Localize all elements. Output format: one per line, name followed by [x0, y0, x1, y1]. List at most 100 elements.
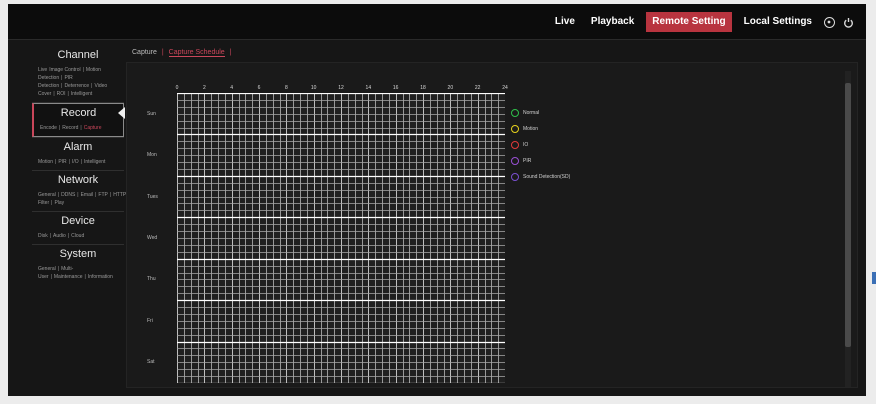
- legend-circle-icon: [511, 157, 519, 165]
- sidebar-group-title[interactable]: Network: [32, 171, 124, 189]
- legend-circle-icon: [511, 109, 519, 117]
- sidebar-item[interactable]: Motion: [38, 159, 53, 165]
- sidebar-group-alarm: Alarm Motion | PIR | I/O | Intelligent: [32, 138, 124, 170]
- help-icon[interactable]: [824, 16, 835, 28]
- sidebar-item[interactable]: Email: [81, 192, 94, 198]
- sidebar-group-record: Record Encode | Record | Capture: [32, 103, 125, 137]
- hour-label: 18: [420, 85, 426, 91]
- sidebar-group-device: Device Disk | Audio | Cloud: [32, 212, 124, 244]
- legend-circle-icon: [511, 173, 519, 181]
- sidebar-item[interactable]: Information: [88, 274, 113, 280]
- scrollbar[interactable]: [845, 71, 851, 387]
- active-caret-icon: [118, 107, 125, 119]
- day-label: Mon: [147, 152, 157, 159]
- scrollbar-thumb[interactable]: [845, 83, 851, 347]
- sidebar-item[interactable]: Encode: [40, 125, 57, 131]
- sidebar-group-items: Encode | Record | Capture: [34, 122, 123, 136]
- sidebar-group-items: Disk | Audio | Cloud: [32, 230, 124, 244]
- day-axis: Sun Mon Tues Wed Thu Fri Sat: [147, 93, 177, 383]
- sidebar-item[interactable]: Capture: [84, 125, 102, 131]
- hour-label: 12: [338, 85, 344, 91]
- hour-label: 8: [284, 85, 288, 91]
- sidebar-item[interactable]: Image Control: [49, 67, 80, 73]
- legend-label: IO: [523, 142, 529, 148]
- sidebar-item-separator: |: [57, 266, 60, 272]
- hour-label: 16: [392, 85, 399, 91]
- sidebar-item-separator: |: [57, 192, 60, 198]
- sidebar-item[interactable]: Record: [62, 125, 78, 131]
- sidebar-group-title[interactable]: Device: [32, 212, 124, 230]
- sidebar-item[interactable]: PIR: [58, 159, 66, 165]
- schedule-grid[interactable]: [177, 92, 506, 385]
- sidebar-group-title[interactable]: Record: [34, 104, 123, 122]
- legend-item[interactable]: Sound Detection(SD): [511, 169, 570, 185]
- power-icon[interactable]: [843, 17, 854, 28]
- sidebar-group-network: NetworkGeneral|DDNS|Email|FTP|HTTPS|IP F…: [32, 171, 140, 211]
- sidebar-item[interactable]: Live: [38, 67, 47, 73]
- hour-label: 0: [175, 85, 179, 91]
- side-marker: [872, 272, 876, 284]
- sidebar-item-separator: |: [67, 91, 69, 97]
- sidebar-item[interactable]: ROI: [57, 91, 66, 97]
- legend-circle-icon: [511, 125, 519, 133]
- sidebar-item[interactable]: Maintenance: [54, 274, 83, 280]
- sidebar-group-items: Motion | PIR | I/O | Intelligent: [32, 156, 124, 170]
- legend-item[interactable]: PIR: [511, 153, 570, 169]
- grid-background: [177, 93, 505, 383]
- sidebar-group-title[interactable]: System: [32, 245, 124, 263]
- sidebar-group-title[interactable]: Channel: [32, 46, 124, 64]
- legend-label: Motion: [523, 126, 539, 132]
- legend-circle-icon: [511, 141, 519, 149]
- hour-label: 14: [365, 85, 372, 91]
- hour-label: 10: [310, 85, 317, 91]
- legend-item[interactable]: IO: [511, 137, 570, 153]
- sidebar-item-separator: |: [91, 83, 93, 89]
- hour-label: 2: [202, 85, 206, 91]
- hour-label: 24: [502, 85, 508, 91]
- sidebar-group-items: Live Image Control | Motion Detection | PIR D…: [32, 64, 124, 102]
- sidebar-item[interactable]: FTP: [98, 192, 107, 198]
- nav-local-settings[interactable]: Local Settings: [740, 12, 816, 32]
- sidebar-item-separator: |: [61, 75, 63, 81]
- sidebar-item[interactable]: Play: [54, 200, 64, 206]
- sidebar-item-separator: |: [51, 200, 53, 206]
- sidebar-item[interactable]: General: [38, 266, 56, 272]
- nav-remote-setting[interactable]: Remote Setting: [646, 12, 732, 32]
- app-window: Live Playback Remote Setting Local Setti…: [8, 4, 866, 396]
- sidebar-group-items: General | Multi-User | Maintenance | Informati…: [32, 263, 124, 285]
- tab-capture[interactable]: Capture: [132, 49, 157, 56]
- sidebar-item[interactable]: General: [38, 192, 56, 198]
- sidebar-item[interactable]: I/O: [72, 159, 79, 165]
- sidebar-item-separator: |: [68, 159, 70, 165]
- sidebar-item[interactable]: Intelligent: [84, 159, 105, 165]
- tab-capture-schedule[interactable]: Capture Schedule: [168, 49, 225, 57]
- day-label: Wed: [147, 235, 158, 241]
- nav-live[interactable]: Live: [551, 12, 579, 32]
- sidebar-item-separator: |: [109, 192, 112, 198]
- sidebar-item-separator: |: [80, 125, 82, 131]
- sidebar-item-separator: |: [58, 125, 61, 131]
- hour-label: 6: [257, 85, 261, 91]
- nav-playback[interactable]: Playback: [587, 12, 638, 32]
- hour-label: 4: [230, 85, 234, 91]
- sidebar-item[interactable]: Disk: [38, 233, 48, 239]
- sidebar-item[interactable]: Intelligent: [71, 91, 92, 97]
- legend-item[interactable]: Motion: [511, 121, 570, 137]
- sidebar-item-separator: |: [82, 67, 84, 73]
- sidebar-item-separator: |: [80, 159, 82, 165]
- sidebar-group-title[interactable]: Alarm: [32, 138, 124, 156]
- sidebar-item-separator: |: [49, 233, 52, 239]
- sidebar-group-channel: Channel Live Image Control | Motion Detectio…: [32, 46, 124, 102]
- sidebar-item-separator: |: [55, 159, 57, 165]
- day-label: Sat: [147, 359, 155, 366]
- day-label: Tues: [147, 193, 158, 200]
- legend-label: Sound Detection(SD): [523, 174, 571, 180]
- legend-item[interactable]: Normal: [511, 105, 570, 121]
- legend-label: PIR: [523, 158, 532, 164]
- day-label: Thu: [147, 276, 156, 283]
- sidebar-item[interactable]: Deterrence: [64, 83, 89, 89]
- sidebar-group-items: General|DDNS|Email|FTP|HTTPS|IP Filter|P…: [32, 189, 140, 211]
- sidebar-item[interactable]: Audio: [53, 233, 66, 239]
- sidebar-item[interactable]: Cloud: [71, 233, 84, 239]
- sidebar-item[interactable]: DDNS: [61, 192, 75, 198]
